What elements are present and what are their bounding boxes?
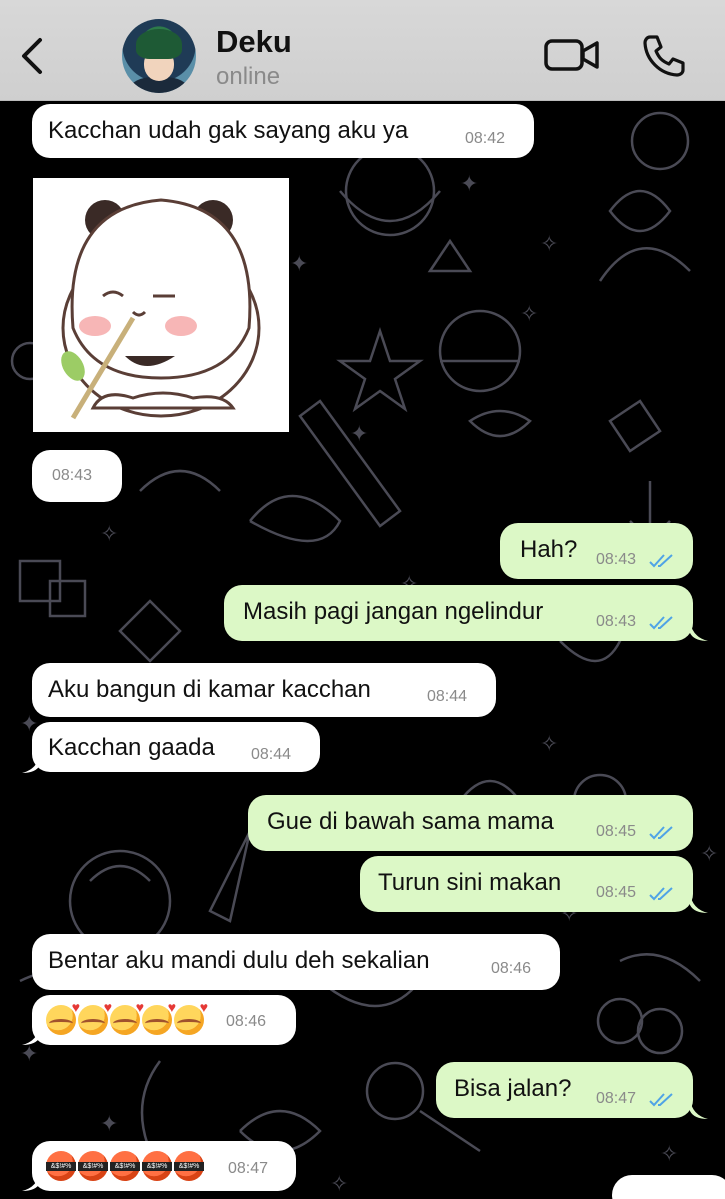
message-time: 08:43 [52, 467, 93, 484]
double-check-icon [649, 1093, 673, 1107]
phone-icon[interactable] [640, 32, 688, 80]
message-text: Aku bangun di kamar kacchan [48, 676, 371, 703]
message-bubble-outgoing[interactable]: Masih pagi jangan ngelindur 08:43 [224, 585, 693, 641]
double-check-icon [649, 887, 673, 901]
message-time: 08:47 [228, 1160, 269, 1177]
sticker-image [61, 198, 261, 420]
face-with-symbols-on-mouth-icon [142, 1151, 172, 1181]
chevron-left-icon[interactable] [14, 34, 50, 78]
message-text: Masih pagi jangan ngelindur [243, 598, 544, 625]
chat-header: Deku online [0, 0, 725, 101]
bubble-tail [22, 1025, 40, 1045]
message-text: Kacchan udah gak sayang aku ya [48, 117, 409, 144]
message-text: Kacchan gaada [48, 734, 215, 761]
svg-text:✧: ✧ [100, 522, 118, 547]
svg-text:✧: ✧ [330, 1172, 348, 1197]
svg-text:✦: ✦ [350, 422, 368, 447]
face-with-symbols-on-mouth-icon [174, 1151, 204, 1181]
smiling-face-with-hearts-icon [78, 999, 112, 1035]
message-time: 08:47 [596, 1090, 637, 1107]
face-with-symbols-on-mouth-icon [110, 1151, 140, 1181]
smiling-face-with-hearts-icon [110, 999, 144, 1035]
message-time: 08:43 [596, 613, 637, 630]
face-with-symbols-on-mouth-icon [46, 1151, 76, 1181]
message-time: 08:45 [596, 823, 637, 840]
message-time: 08:45 [596, 884, 637, 901]
emoji-row [46, 999, 208, 1035]
message-bubble-outgoing[interactable]: Hah? 08:43 [500, 523, 693, 579]
double-check-icon [649, 554, 673, 568]
bubble-tail [22, 753, 40, 773]
bubble-tail [690, 621, 708, 641]
message-text: Bisa jalan? [454, 1075, 572, 1102]
video-camera-icon[interactable] [543, 36, 601, 74]
face-with-symbols-on-mouth-icon [78, 1151, 108, 1181]
contact-name[interactable]: Deku [216, 24, 292, 60]
bubble-tail [690, 1099, 708, 1119]
message-time: 08:44 [251, 746, 292, 763]
message-time: 08:46 [226, 1013, 267, 1030]
message-bubble-incoming[interactable]: Kacchan gaada 08:44 [32, 722, 320, 772]
svg-text:✧: ✧ [700, 842, 718, 867]
message-time: 08:43 [596, 551, 637, 568]
message-bubble-incoming[interactable]: Bentar aku mandi dulu deh sekalian 08:46 [32, 934, 560, 990]
chat-area[interactable]: ✦✧✦ ✧✦✧ ✦✧✦ ✧✦✧ ✦✧✦ ✧✦✧ Kacchan udah gak… [0, 101, 725, 1199]
svg-text:✦: ✦ [20, 1042, 38, 1067]
emoji-row [46, 1151, 204, 1181]
avatar[interactable] [122, 19, 196, 93]
message-text: Hah? [520, 536, 578, 563]
message-text: Turun sini makan [378, 869, 562, 896]
bubble-tail [22, 1171, 40, 1191]
message-time: 08:42 [465, 130, 506, 147]
message-bubble-incoming[interactable]: Aku bangun di kamar kacchan 08:44 [32, 663, 496, 717]
message-text: Gue di bawah sama mama [267, 808, 554, 835]
svg-text:✧: ✧ [540, 732, 558, 757]
svg-text:✧: ✧ [520, 302, 538, 327]
message-bubble-incoming[interactable]: 08:46 [32, 995, 296, 1045]
smiling-face-with-hearts-icon [142, 999, 176, 1035]
avatar-hair [136, 29, 182, 59]
message-bubble-outgoing[interactable]: Gue di bawah sama mama 08:45 [248, 795, 693, 851]
svg-text:✦: ✦ [100, 1112, 118, 1137]
scroll-to-bottom-button[interactable] [612, 1175, 725, 1199]
svg-text:✧: ✧ [540, 232, 558, 257]
message-bubble-outgoing[interactable]: Turun sini makan 08:45 [360, 856, 693, 912]
smiling-face-with-hearts-icon [174, 999, 208, 1035]
message-bubble-incoming[interactable]: 08:47 [32, 1141, 296, 1191]
double-check-icon [649, 616, 673, 630]
message-bubble-incoming[interactable]: Kacchan udah gak sayang aku ya 08:42 [32, 104, 534, 158]
contact-status: online [216, 63, 281, 90]
svg-text:✦: ✦ [290, 252, 308, 277]
svg-text:✧: ✧ [660, 1142, 678, 1167]
svg-text:✦: ✦ [460, 172, 478, 197]
message-bubble-incoming[interactable]: 08:43 [32, 450, 122, 502]
double-check-icon [649, 826, 673, 840]
sad-panda-sticker[interactable] [33, 178, 289, 432]
bubble-tail [690, 893, 708, 913]
message-bubble-outgoing[interactable]: Bisa jalan? 08:47 [436, 1062, 693, 1118]
message-time: 08:46 [491, 960, 532, 977]
message-text: Bentar aku mandi dulu deh sekalian [48, 947, 430, 974]
message-time: 08:44 [427, 688, 468, 705]
smiling-face-with-hearts-icon [46, 999, 80, 1035]
